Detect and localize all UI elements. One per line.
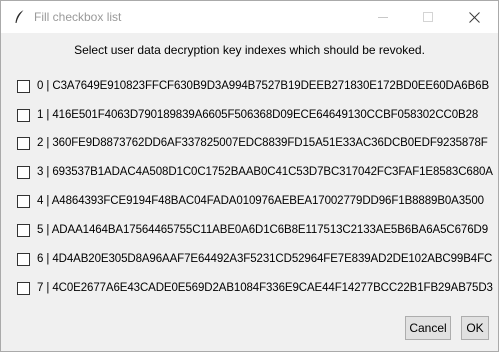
checkbox-label-3[interactable]: 3 | 693537B1ADAC4A508D1C0C1752BAAB0C41C5… [37,166,493,178]
feather-icon [15,9,25,23]
checkbox-0[interactable] [17,79,30,93]
title-bar[interactable]: Fill checkbox list [1,1,498,33]
checkbox-4[interactable] [17,194,30,208]
checkbox-label-5[interactable]: 5 | ADAA1464BA17564465755C11ABE0A6D1C6B8… [37,224,488,236]
checkbox-row-5[interactable]: 5 | ADAA1464BA17564465755C11ABE0A6D1C6B8… [17,222,488,238]
checkbox-label-6[interactable]: 6 | 4D4AB20E305D8A96AAF7E64492A3F5231CD5… [37,253,492,265]
checkbox-row-7[interactable]: 7 | 4C0E2677A6E43CADE0E569D2AB1084F336E9… [17,280,493,296]
cancel-button[interactable]: Cancel [405,316,451,340]
dialog-content: Select user data decryption key indexes … [1,33,498,351]
checkbox-6[interactable] [17,252,30,266]
checkbox-row-6[interactable]: 6 | 4D4AB20E305D8A96AAF7E64492A3F5231CD5… [17,251,492,267]
maximize-button[interactable] [405,1,451,33]
checkbox-row-3[interactable]: 3 | 693537B1ADAC4A508D1C0C1752BAAB0C41C5… [17,164,493,180]
checkbox-label-4[interactable]: 4 | A4864393FCE9194F48BAC04FADA010976AEB… [37,195,484,207]
checkbox-5[interactable] [17,223,30,237]
minimize-icon [378,17,388,18]
checkbox-label-7[interactable]: 7 | 4C0E2677A6E43CADE0E569D2AB1084F336E9… [37,282,493,294]
window-title: Fill checkbox list [34,10,122,24]
checkbox-row-0[interactable]: 0 | C3A7649E910823FFCF630B9D3A994B7527B1… [17,78,489,94]
checkbox-row-1[interactable]: 1 | 416E501F4063D790189839A6605F506368D0… [17,107,478,123]
checkbox-row-4[interactable]: 4 | A4864393FCE9194F48BAC04FADA010976AEB… [17,193,484,209]
checkbox-row-2[interactable]: 2 | 360FE9D8873762DD6AF337825007EDC8839F… [17,135,488,151]
checkbox-1[interactable] [17,108,30,122]
close-button[interactable] [451,1,497,33]
dialog-window: Fill checkbox list Select user data decr… [0,0,499,352]
checkbox-label-1[interactable]: 1 | 416E501F4063D790189839A6605F506368D0… [37,109,478,121]
close-icon [468,11,480,23]
checkbox-2[interactable] [17,136,30,150]
checkbox-7[interactable] [17,281,30,295]
checkbox-label-0[interactable]: 0 | C3A7649E910823FFCF630B9D3A994B7527B1… [37,80,489,92]
minimize-button[interactable] [360,1,406,33]
dialog-header: Select user data decryption key indexes … [74,43,425,57]
checkbox-3[interactable] [17,165,30,179]
checkbox-label-2[interactable]: 2 | 360FE9D8873762DD6AF337825007EDC8839F… [37,137,488,149]
maximize-icon [423,12,433,22]
ok-button[interactable]: OK [461,316,489,340]
